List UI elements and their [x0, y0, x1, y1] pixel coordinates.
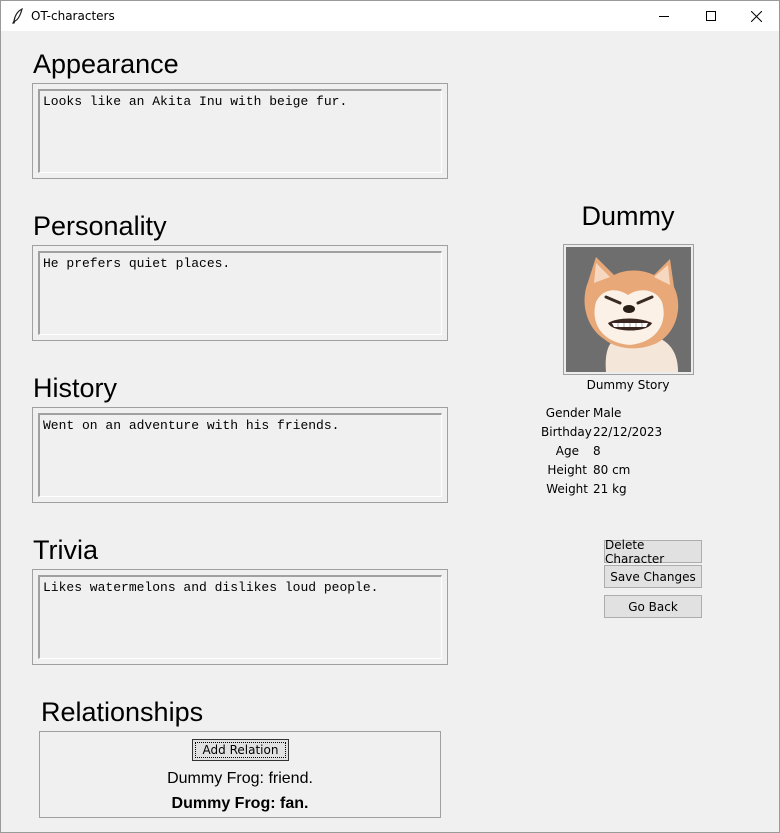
personality-textbox[interactable]: He prefers quiet places. — [38, 251, 442, 335]
trivia-frame: Likes watermelons and dislikes loud peop… — [32, 569, 448, 665]
trivia-text: Likes watermelons and dislikes loud peop… — [43, 580, 379, 595]
appearance-heading: Appearance — [33, 49, 179, 79]
personality-text: He prefers quiet places. — [43, 256, 231, 271]
close-icon — [750, 10, 762, 22]
go-back-button[interactable]: Go Back — [604, 595, 702, 618]
info-label: Age — [555, 444, 579, 458]
save-changes-button[interactable]: Save Changes — [604, 565, 702, 588]
minimize-icon — [659, 16, 669, 17]
info-value: 21 kg — [593, 482, 627, 496]
personality-heading: Personality — [33, 211, 167, 241]
info-label: Birthday — [541, 425, 592, 439]
maximize-button[interactable] — [688, 1, 734, 31]
info-label: Weight — [546, 482, 588, 496]
appearance-text: Looks like an Akita Inu with beige fur. — [43, 94, 348, 109]
relationships-frame: Add Relation Dummy Frog: friend. Dummy F… — [39, 731, 441, 818]
trivia-textbox[interactable]: Likes watermelons and dislikes loud peop… — [38, 575, 442, 659]
trivia-heading: Trivia — [33, 535, 98, 565]
info-value: 22/12/2023 — [593, 425, 663, 439]
history-textbox[interactable]: Went on an adventure with his friends. — [38, 413, 442, 497]
character-portrait-image — [566, 247, 691, 372]
portrait-frame — [563, 244, 694, 375]
window-title: OT-characters — [31, 9, 115, 23]
history-heading: History — [33, 373, 118, 403]
history-frame: Went on an adventure with his friends. — [32, 407, 448, 503]
personality-frame: He prefers quiet places. — [32, 245, 448, 341]
info-value: Male — [593, 406, 622, 420]
relationship-item: Dummy Frog: friend. — [167, 770, 313, 787]
add-relation-button[interactable]: Add Relation — [192, 739, 289, 761]
info-label: Gender — [545, 406, 590, 420]
app-window: OT-characters Appearance Looks like an A… — [0, 0, 780, 833]
info-value: 80 cm — [593, 463, 631, 477]
info-value: 8 — [593, 444, 601, 458]
info-label: Height — [547, 463, 587, 477]
maximize-icon — [706, 11, 716, 21]
relationships-heading: Relationships — [41, 697, 204, 727]
title-bar: OT-characters — [1, 1, 779, 31]
history-text: Went on an adventure with his friends. — [43, 418, 340, 433]
character-name: Dummy — [581, 201, 675, 231]
relationship-item: Dummy Frog: fan. — [171, 795, 309, 812]
story-label: Dummy Story — [586, 378, 670, 392]
appearance-textbox[interactable]: Looks like an Akita Inu with beige fur. — [38, 89, 442, 173]
minimize-button[interactable] — [641, 1, 687, 31]
appearance-frame: Looks like an Akita Inu with beige fur. — [32, 83, 448, 179]
close-button[interactable] — [733, 1, 779, 31]
feather-icon — [12, 8, 23, 24]
delete-character-button[interactable]: Delete Character — [604, 538, 702, 566]
